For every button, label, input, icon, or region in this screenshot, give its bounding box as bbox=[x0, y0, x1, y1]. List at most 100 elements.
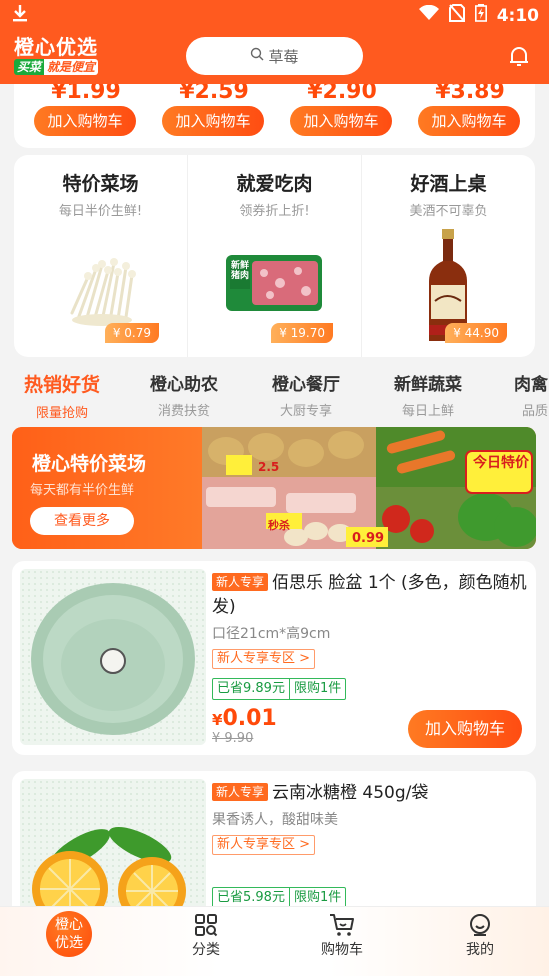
status-time: 4:10 bbox=[496, 5, 539, 26]
feature-tile-vegetable[interactable]: 特价菜场 每日半价生鲜! ¥ 0.79 bbox=[14, 155, 188, 357]
add-to-cart-button[interactable]: 加入购物车 bbox=[162, 106, 264, 136]
category-tabs: 热销好货 限量抢购 橙心助农 消费扶贫 橙心餐厅 大厨专享 新鲜蔬菜 每日上鲜 … bbox=[0, 362, 549, 420]
pork-pack-label: 新鲜猪肉 bbox=[231, 261, 250, 281]
logo-slogan-a: 买菜 bbox=[14, 59, 45, 75]
feature-tile-wine[interactable]: 好酒上桌 美酒不可辜负 ¥ 44.90 bbox=[362, 155, 535, 357]
price-item: ¥2.90 加入购物车 bbox=[290, 84, 394, 136]
nav-category-label: 分类 bbox=[192, 942, 220, 958]
tab-title: 新鲜蔬菜 bbox=[394, 375, 462, 395]
tab-title: 橙心助农 bbox=[150, 375, 218, 395]
savings-badge: 已省9.89元 限购1件 bbox=[212, 678, 347, 700]
banner-title: 橙心特价菜场 bbox=[32, 453, 147, 475]
tab-subtitle: 每日上鲜 bbox=[401, 404, 454, 419]
feature-title: 特价菜场 bbox=[62, 173, 139, 195]
promo-banner[interactable]: 2.5 秒杀 0.99 今日特价 橙心特价菜场 每天都有半价生鲜 查看更多 bbox=[12, 427, 536, 549]
cart-icon bbox=[330, 914, 354, 936]
new-user-zone-link[interactable]: 新人专享专区 > bbox=[212, 649, 316, 669]
price-value: ¥1.99 bbox=[51, 84, 121, 100]
feature-price-tag: ¥ 19.70 bbox=[271, 323, 333, 343]
feature-tile-meat[interactable]: 就爱吃肉 领券折上折! 新鲜猪肉 ¥ 19.70 bbox=[188, 155, 362, 357]
product-name: 云南冰糖橙 450g/袋 bbox=[272, 783, 429, 803]
app-logo[interactable]: 橙心优选 买菜 就是便宜 bbox=[14, 36, 110, 76]
feature-title: 好酒上桌 bbox=[410, 173, 487, 195]
orange-image bbox=[32, 826, 186, 921]
battery-icon bbox=[474, 4, 487, 27]
tab-vegetables[interactable]: 新鲜蔬菜 每日上鲜 bbox=[390, 370, 466, 419]
price-item: ¥1.99 加入购物车 bbox=[34, 84, 138, 136]
banner-subtitle: 每天都有半价生鲜 bbox=[30, 483, 135, 498]
feature-subtitle: 美酒不可辜负 bbox=[409, 204, 488, 219]
nav-home[interactable]: 橙心优选 bbox=[46, 911, 92, 957]
user-icon bbox=[470, 914, 490, 936]
nav-mine[interactable]: 我的 bbox=[440, 913, 520, 959]
product-title: 新人专享 云南冰糖橙 450g/袋 bbox=[212, 781, 530, 805]
logo-slogan: 买菜 就是便宜 bbox=[14, 59, 110, 75]
basin-image bbox=[31, 583, 195, 735]
view-more-button[interactable]: 查看更多 bbox=[30, 507, 134, 535]
nav-cart[interactable]: 购物车 bbox=[302, 913, 382, 959]
wifi-icon bbox=[418, 4, 439, 26]
purchase-limit: 限购1件 bbox=[288, 679, 345, 699]
price-symbol: ¥ bbox=[212, 711, 223, 729]
feature-subtitle: 每日半价生鲜! bbox=[58, 204, 143, 219]
price-value: ¥2.90 bbox=[307, 84, 377, 100]
product-spec: 口径21cm*高9cm bbox=[212, 626, 331, 642]
tab-subtitle: 大厨专享 bbox=[279, 404, 332, 419]
search-icon bbox=[250, 47, 264, 65]
tab-subtitle: 品质 bbox=[522, 404, 549, 419]
banner-tag-price-a: 2.5 bbox=[258, 460, 280, 474]
feature-tiles: 特价菜场 每日半价生鲜! ¥ 0.79 就爱吃肉 领券折上折! 新鲜猪肉 ¥ 1… bbox=[14, 155, 535, 357]
search-bar[interactable]: 草莓 bbox=[186, 37, 363, 75]
product-card[interactable]: 新人专享 佰思乐 脸盆 1个 (多色，颜色随机发) 口径21cm*高9cm 新人专… bbox=[12, 561, 536, 755]
purchase-limit: 限购1件 bbox=[288, 888, 345, 908]
tab-title: 橙心餐厅 bbox=[272, 375, 340, 395]
new-user-zone-link[interactable]: 新人专享专区 > bbox=[212, 835, 316, 855]
no-sim-icon bbox=[448, 4, 465, 27]
price-value: ¥3.89 bbox=[435, 84, 505, 100]
new-user-badge: 新人专享 bbox=[212, 573, 269, 591]
search-placeholder: 草莓 bbox=[268, 47, 299, 66]
nav-category[interactable]: 分类 bbox=[166, 913, 246, 959]
add-to-cart-button[interactable]: 加入购物车 bbox=[290, 106, 392, 136]
logo-text: 橙心优选 bbox=[14, 35, 98, 59]
banner-tag-today: 今日特价 bbox=[473, 455, 529, 471]
tab-title: 热销好货 bbox=[23, 374, 100, 396]
product-card[interactable]: 新人专享 云南冰糖橙 450g/袋 果香诱人，酸甜味美 新人专享专区 > 已省5.… bbox=[12, 771, 536, 921]
feature-subtitle: 领券折上折! bbox=[239, 204, 310, 219]
product-info: 新人专享 云南冰糖橙 450g/袋 果香诱人，酸甜味美 新人专享专区 > 已省5.… bbox=[212, 781, 530, 909]
price-item: ¥3.89 加入购物车 bbox=[418, 84, 522, 136]
download-icon bbox=[12, 4, 28, 27]
price-value: 0.01 bbox=[222, 706, 277, 731]
bottom-navigation: 橙心优选 分类 购物车 我的 bbox=[0, 906, 549, 976]
tab-restaurant[interactable]: 橙心餐厅 大厨专享 bbox=[268, 370, 344, 419]
new-user-badge: 新人专享 bbox=[212, 783, 269, 801]
price-item: ¥2.59 加入购物车 bbox=[162, 84, 266, 136]
tab-help-farm[interactable]: 橙心助农 消费扶贫 bbox=[146, 370, 222, 419]
feature-title: 就爱吃肉 bbox=[236, 173, 313, 195]
bell-icon[interactable] bbox=[507, 44, 531, 68]
nav-cart-label: 购物车 bbox=[321, 942, 363, 958]
tab-hot-sale[interactable]: 热销好货 限量抢购 bbox=[22, 370, 102, 420]
tab-subtitle: 限量抢购 bbox=[35, 406, 88, 420]
add-to-cart-button[interactable]: 加入购物车 bbox=[408, 710, 522, 748]
product-title: 新人专享 佰思乐 脸盆 1个 (多色，颜色随机发) bbox=[212, 571, 530, 619]
logo-slogan-b: 就是便宜 bbox=[44, 59, 99, 75]
price-value: ¥2.59 bbox=[179, 84, 249, 100]
tab-subtitle: 消费扶贫 bbox=[157, 404, 210, 419]
nav-home-label: 橙心优选 bbox=[55, 917, 83, 951]
nav-mine-label: 我的 bbox=[466, 942, 494, 958]
top-header: 4:10 橙心优选 买菜 就是便宜 草莓 bbox=[0, 0, 549, 84]
category-icon bbox=[195, 914, 218, 937]
saved-amount: 已省5.98元 bbox=[217, 890, 285, 905]
banner-tag-flash: 秒杀 bbox=[268, 519, 290, 532]
flash-price-row: ¥1.99 加入购物车 ¥2.59 加入购物车 ¥2.90 加入购物车 ¥3.8… bbox=[14, 84, 535, 148]
status-bar: 4:10 bbox=[0, 0, 549, 30]
saved-amount: 已省9.89元 bbox=[217, 681, 285, 696]
add-to-cart-button[interactable]: 加入购物车 bbox=[418, 106, 520, 136]
tab-title: 肉禽 bbox=[514, 375, 548, 395]
product-image bbox=[20, 779, 206, 921]
mushroom-image bbox=[70, 258, 136, 326]
product-spec: 果香诱人，酸甜味美 bbox=[212, 812, 338, 828]
tab-meat-poultry[interactable]: 肉禽 品质 bbox=[514, 370, 549, 419]
add-to-cart-button[interactable]: 加入购物车 bbox=[34, 106, 136, 136]
